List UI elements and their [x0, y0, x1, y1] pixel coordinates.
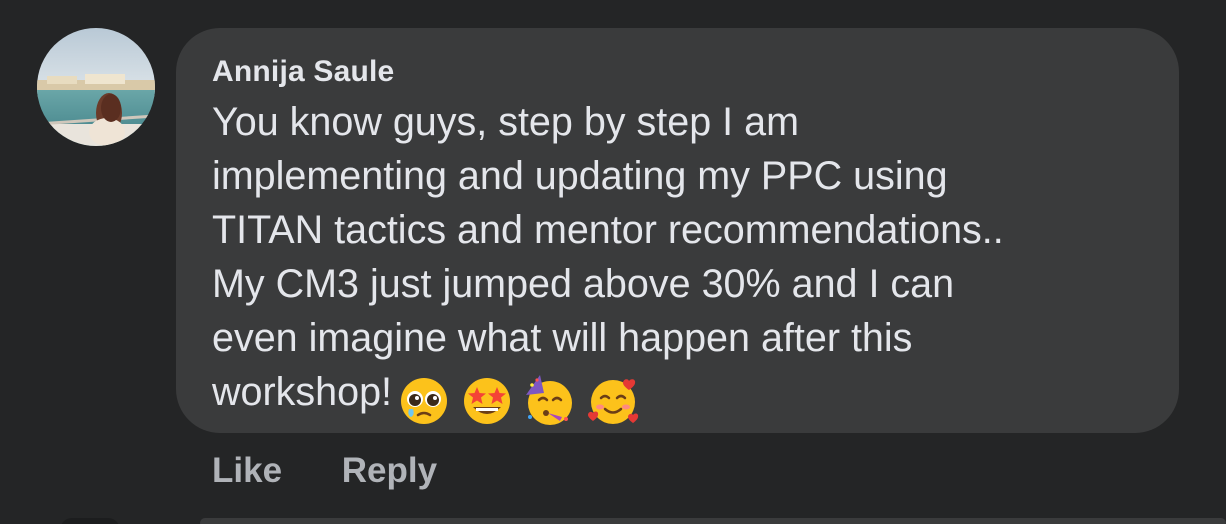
comment-text-line: You know guys, step by step I am [212, 100, 799, 144]
comment-text-line: My CM3 just jumped above 30% and I can [212, 262, 955, 306]
comment-text-line: TITAN tactics and mentor recommendations… [212, 208, 1004, 252]
pleading-face-emoji [396, 373, 452, 429]
star-struck-emoji [459, 373, 515, 429]
avatar[interactable] [37, 28, 155, 146]
avatar-photo [37, 28, 155, 146]
comment-text-line: implementing and updating my PPC using [212, 154, 948, 198]
comment-text: You know guys, step by step I am impleme… [212, 95, 1172, 429]
comment-author-name[interactable]: Annija Saule [212, 55, 394, 89]
next-avatar-edge [60, 518, 120, 524]
comment-text-line-last: workshop! [212, 365, 1172, 429]
emoji-row [396, 371, 648, 429]
reply-button[interactable]: Reply [342, 451, 437, 491]
smiling-face-with-hearts-emoji [585, 373, 641, 429]
partying-face-emoji [522, 373, 578, 429]
comment-bubble: Annija Saule You know guys, step by step… [176, 28, 1179, 433]
comment-text-line: even imagine what will happen after this [212, 316, 913, 360]
comment-text-line: workshop! [212, 370, 393, 414]
next-comment-edge [200, 518, 1226, 524]
comment-actions: Like Reply [212, 451, 437, 491]
like-button[interactable]: Like [212, 451, 282, 491]
